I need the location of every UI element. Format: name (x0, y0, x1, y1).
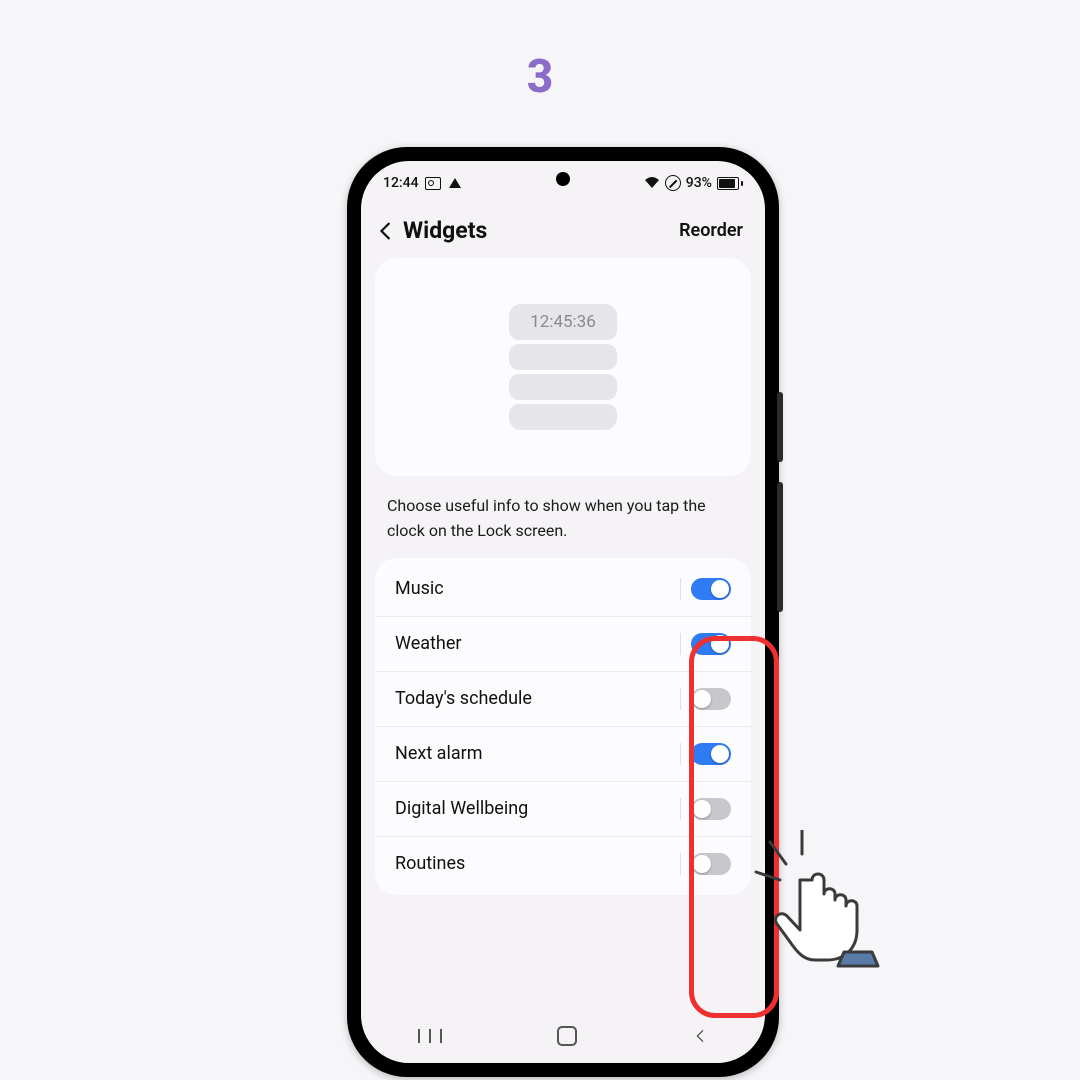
wifi-icon (644, 177, 660, 189)
battery-percent: 93% (686, 175, 712, 191)
widget-preview-card: 12:45:36 (375, 258, 751, 476)
preview-row (509, 404, 617, 430)
page-title: Widgets (403, 217, 487, 244)
widget-list: Music Weather Today's schedule Next alarm Di… (375, 558, 751, 895)
widget-label: Today's schedule (395, 688, 532, 709)
volume-button (777, 392, 783, 462)
widget-row[interactable]: Routines (375, 837, 751, 891)
widget-label: Weather (395, 633, 461, 654)
divider (680, 853, 682, 875)
preview-clock: 12:45:36 (509, 304, 617, 340)
widget-row[interactable]: Next alarm (375, 727, 751, 782)
widget-toggle[interactable] (691, 853, 731, 875)
android-navbar (361, 1015, 765, 1057)
widget-row[interactable]: Digital Wellbeing (375, 782, 751, 837)
preview-row (509, 374, 617, 400)
divider (680, 798, 682, 820)
battery-icon (717, 177, 743, 190)
back-button[interactable] (375, 220, 397, 242)
back-nav-button[interactable] (692, 1028, 708, 1044)
widget-row[interactable]: Weather (375, 617, 751, 672)
widget-row[interactable]: Music (375, 562, 751, 617)
divider (680, 633, 682, 655)
widget-preview: 12:45:36 (509, 304, 617, 430)
widget-label: Next alarm (395, 743, 483, 764)
no-data-icon (665, 175, 681, 191)
phone-screen: 12:44 93% (361, 161, 765, 1063)
home-button[interactable] (557, 1026, 577, 1046)
helper-text: Choose useful info to show when you tap … (361, 476, 765, 558)
widget-label: Digital Wellbeing (395, 798, 528, 819)
widget-toggle[interactable] (691, 688, 731, 710)
widget-toggle[interactable] (691, 578, 731, 600)
widget-toggle[interactable] (691, 633, 731, 655)
phone-frame: 12:44 93% (347, 147, 779, 1077)
play-store-icon (449, 178, 461, 188)
widget-label: Music (395, 578, 444, 599)
divider (680, 578, 682, 600)
tap-pointer-icon (750, 830, 900, 984)
widget-label: Routines (395, 853, 465, 874)
reorder-button[interactable]: Reorder (679, 220, 743, 241)
front-camera (556, 172, 570, 186)
gallery-icon (425, 177, 441, 190)
divider (680, 743, 682, 765)
widget-toggle[interactable] (691, 798, 731, 820)
widget-row[interactable]: Today's schedule (375, 672, 751, 727)
widget-toggle[interactable] (691, 743, 731, 765)
preview-row (509, 344, 617, 370)
step-number: 3 (0, 50, 1080, 104)
power-button (777, 482, 783, 612)
recents-button[interactable] (418, 1029, 442, 1043)
status-time: 12:44 (383, 175, 419, 191)
divider (680, 688, 682, 710)
page-header: Widgets Reorder (361, 199, 765, 258)
